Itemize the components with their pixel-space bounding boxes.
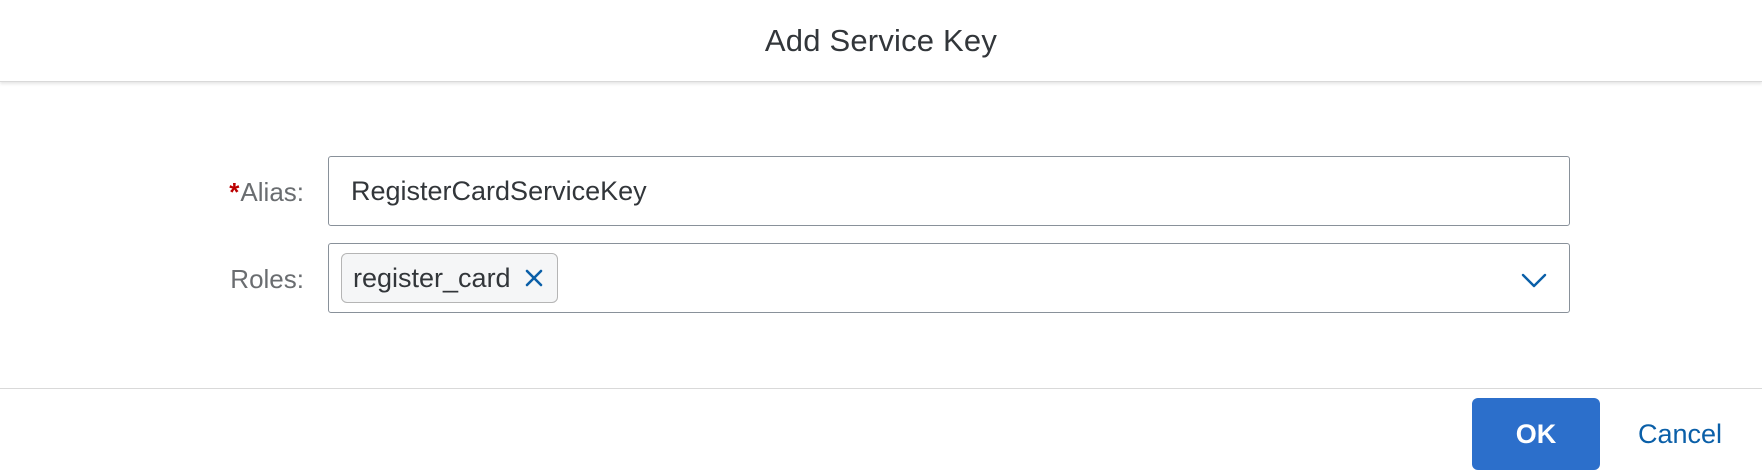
alias-input[interactable]: RegisterCardServiceKey — [328, 156, 1570, 226]
alias-label-text: Alias: — [240, 176, 304, 207]
dialog-title: Add Service Key — [764, 22, 998, 58]
add-service-key-dialog: Add Service Key * Alias: RegisterCardSer… — [0, 0, 1762, 476]
roles-label-text: Roles: — [230, 263, 304, 294]
close-icon[interactable] — [525, 269, 543, 287]
roles-label: Roles: — [230, 243, 304, 315]
chevron-down-icon[interactable] — [1519, 265, 1549, 295]
dialog-content: * Alias: RegisterCardServiceKey Roles: r… — [0, 82, 1762, 388]
ok-button[interactable]: OK — [1472, 398, 1600, 470]
dialog-header: Add Service Key — [0, 0, 1762, 82]
roles-row: Roles: register_card — [0, 243, 1762, 315]
role-token-text: register_card — [353, 262, 511, 293]
required-marker: * — [229, 176, 240, 207]
alias-row: * Alias: RegisterCardServiceKey — [0, 156, 1762, 228]
roles-multicombobox[interactable]: register_card — [328, 243, 1570, 313]
alias-input-value[interactable]: RegisterCardServiceKey — [329, 176, 647, 207]
role-token[interactable]: register_card — [341, 253, 558, 303]
dialog-footer: OK Cancel — [0, 388, 1762, 476]
cancel-button[interactable]: Cancel — [1622, 398, 1738, 470]
alias-label: * Alias: — [229, 156, 304, 228]
